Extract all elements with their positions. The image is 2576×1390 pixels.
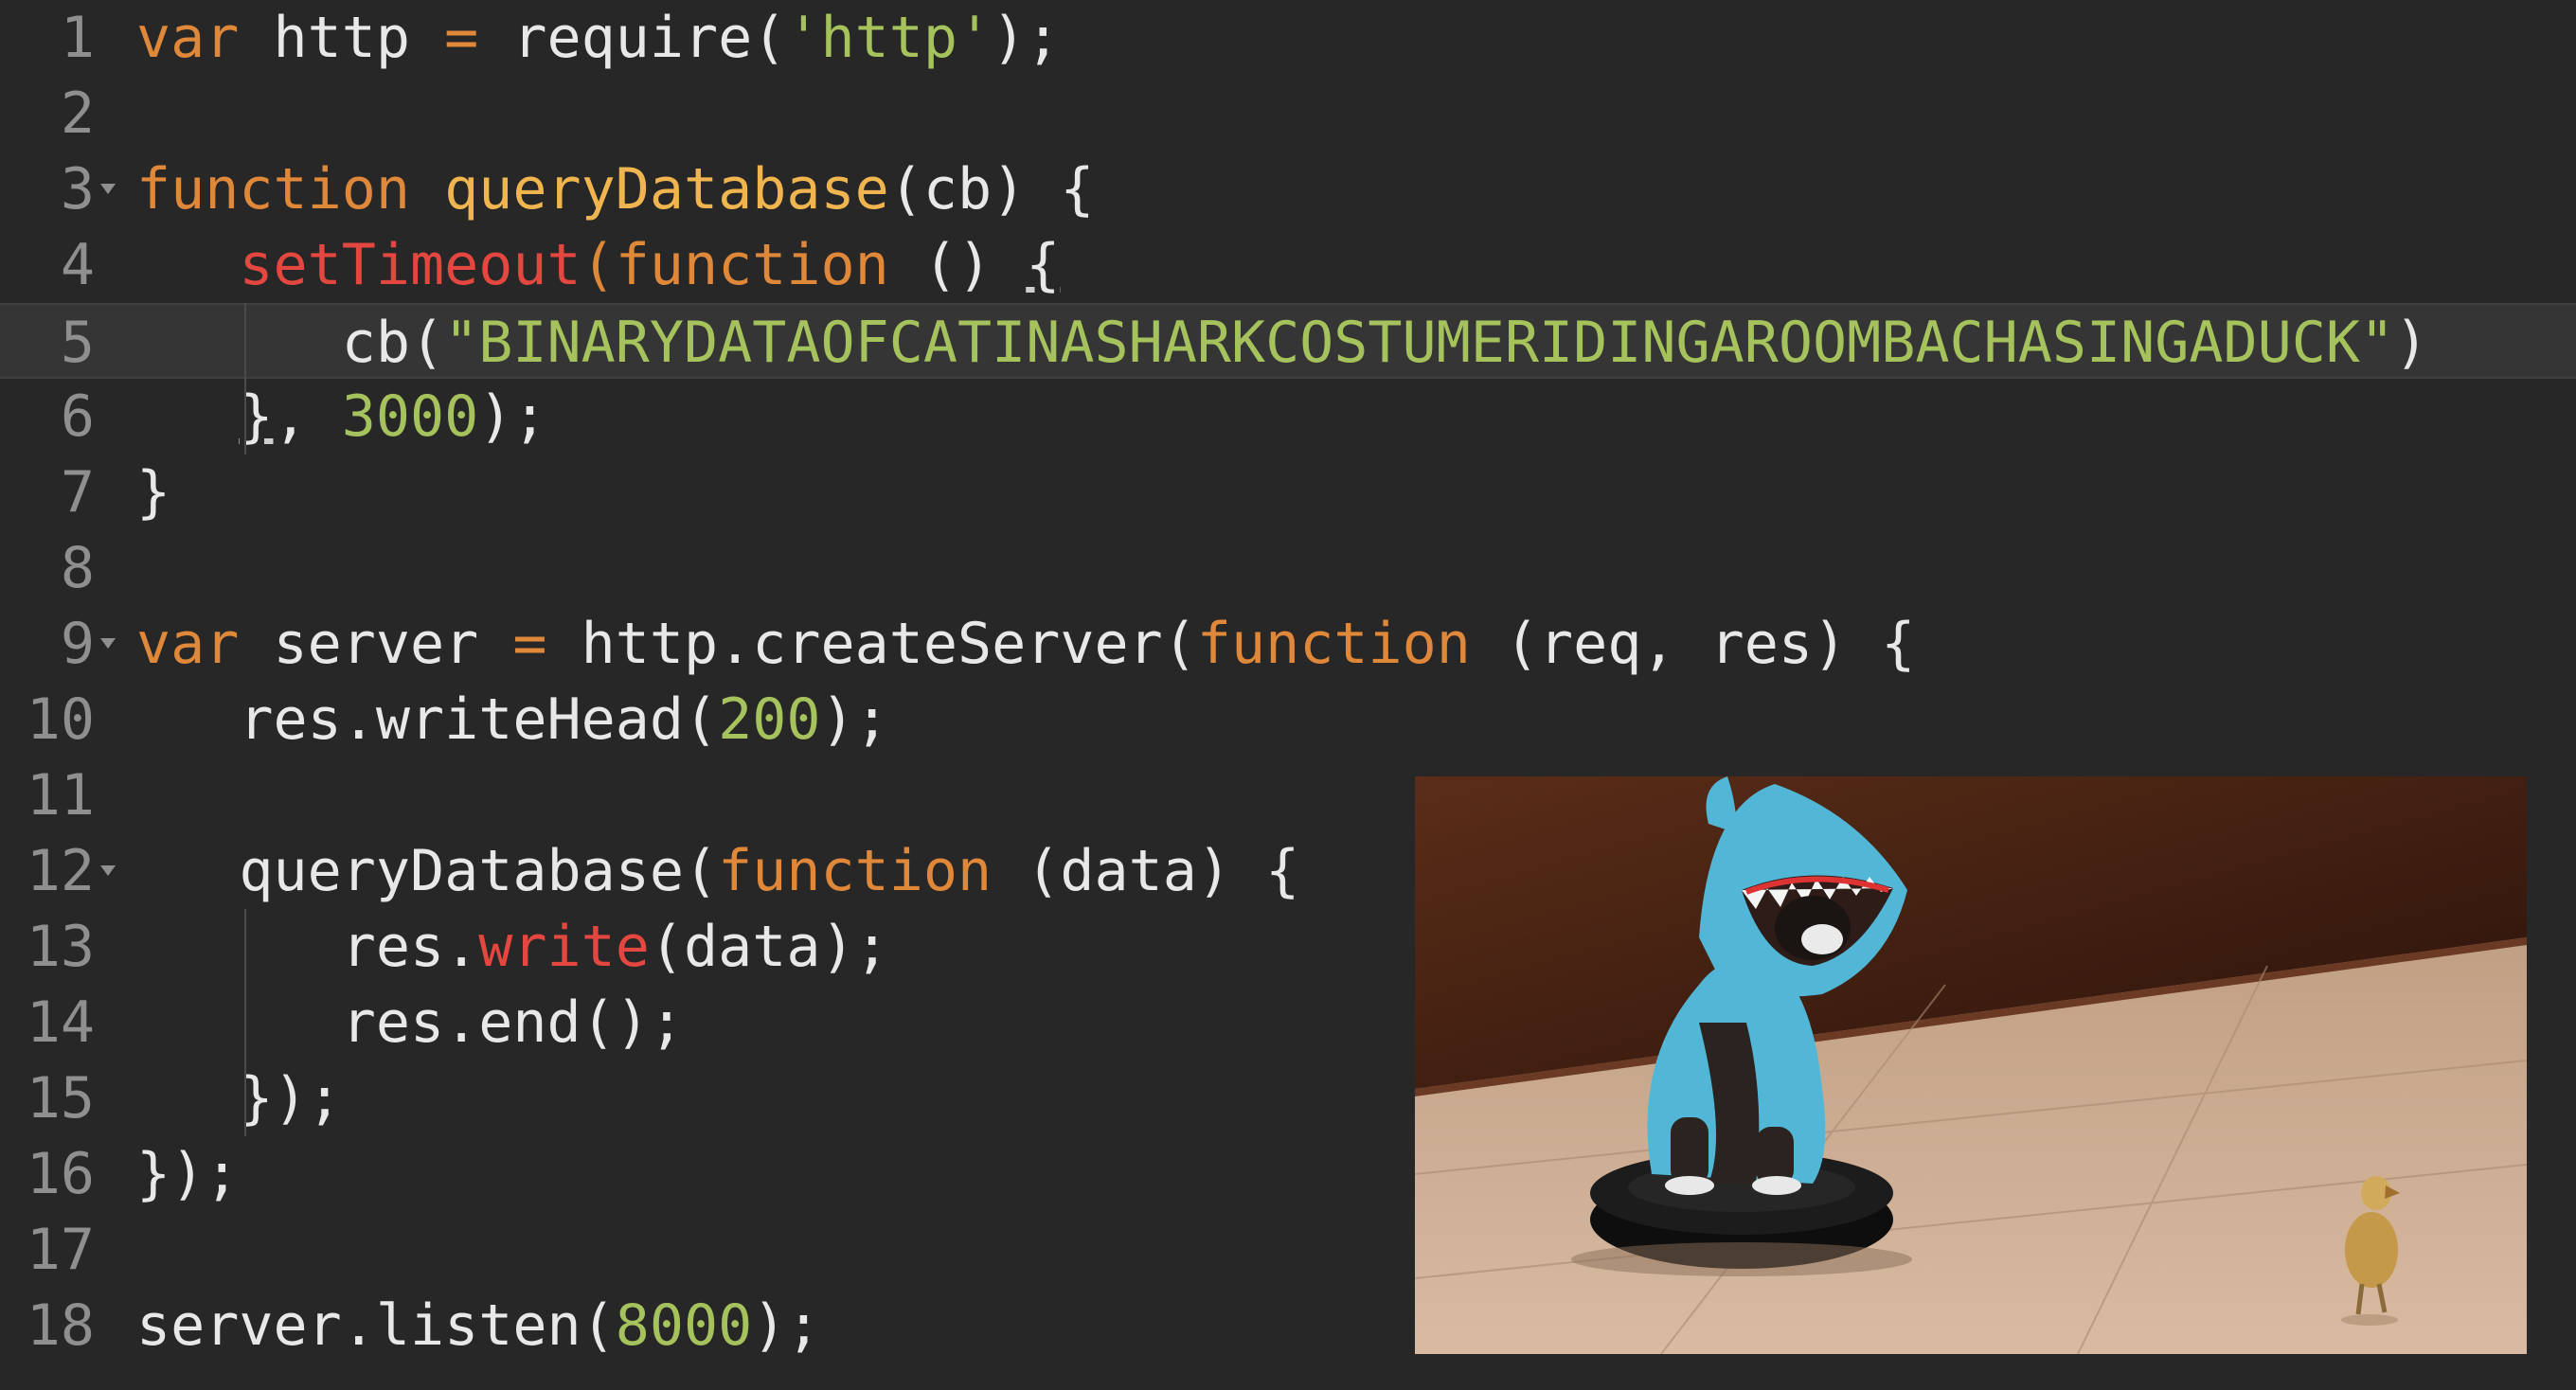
code-token: function — [1196, 611, 1471, 677]
code-line-3[interactable]: 3 function queryDatabase(cb) { — [0, 151, 2576, 227]
code-text: cb("BINARYDATAOFCATINASHARKCOSTUMERIDING… — [136, 305, 2429, 381]
line-number: 10 — [26, 686, 95, 753]
code-line-2[interactable]: 2 — [0, 76, 2576, 151]
code-token: (cb) { — [888, 156, 1095, 223]
code-token: ); — [478, 383, 547, 450]
code-text: queryDatabase(function (data) { — [136, 833, 1299, 909]
line-number: 17 — [26, 1217, 95, 1283]
code-token: (req, res) { — [1470, 611, 1916, 677]
line-number: 3 — [60, 156, 95, 223]
code-token: (data); — [649, 914, 889, 980]
code-token: ) — [2394, 310, 2429, 376]
line-number: 14 — [26, 989, 95, 1056]
code-token: ); — [820, 686, 889, 753]
code-token: } — [136, 459, 171, 526]
code-line-5[interactable]: 5 cb("BINARYDATAOFCATINASHARKCOSTUMERIDI… — [0, 303, 2576, 379]
line-number: 11 — [26, 762, 95, 829]
indent-guide — [244, 303, 246, 454]
code-token: = — [512, 611, 547, 677]
code-line-8[interactable]: 8 — [0, 530, 2576, 606]
code-token: require( — [478, 5, 787, 71]
code-text: }); — [136, 1136, 239, 1212]
code-text: res.writeHead(200); — [136, 682, 889, 757]
code-token: (data) { — [992, 838, 1300, 904]
code-text: var http = require('http'); — [136, 0, 1060, 76]
code-token: 8000 — [615, 1292, 753, 1359]
code-token: () — [888, 232, 1027, 298]
line-number: 8 — [60, 535, 95, 601]
code-token: write — [478, 914, 650, 980]
code-token: , — [273, 383, 342, 450]
line-number: 7 — [60, 459, 95, 526]
code-token: var — [136, 5, 240, 71]
code-text: res.end(); — [136, 985, 684, 1060]
indent-guide — [244, 909, 246, 1136]
line-number: 5 — [60, 310, 95, 376]
code-token: { — [1026, 232, 1061, 298]
code-token: queryDatabase( — [136, 838, 719, 904]
code-token: 3000 — [341, 383, 479, 450]
code-line-10[interactable]: 10 res.writeHead(200); — [0, 682, 2576, 757]
code-token: res.end(); — [136, 989, 684, 1056]
code-text: var server = http.createServer(function … — [136, 606, 1915, 682]
fold-arrow-icon[interactable] — [100, 865, 116, 876]
code-token: res.writeHead( — [136, 686, 719, 753]
code-text: }, 3000); — [136, 379, 547, 454]
code-line-6[interactable]: 6 }, 3000); — [0, 379, 2576, 454]
code-line-7[interactable]: 7} — [0, 454, 2576, 530]
line-number: 6 — [60, 383, 95, 450]
code-text: res.write(data); — [136, 909, 889, 985]
code-token: = — [444, 5, 479, 71]
code-token: ); — [992, 5, 1061, 71]
line-number: 4 — [60, 232, 95, 298]
line-number: 9 — [60, 611, 95, 677]
fold-arrow-icon[interactable] — [100, 638, 116, 649]
code-token: "BINARYDATAOFCATINASHARKCOSTUMERIDINGARO… — [444, 310, 2395, 376]
code-token: 'http' — [786, 5, 993, 71]
line-number: 12 — [26, 838, 95, 904]
fold-arrow-icon[interactable] — [100, 184, 116, 194]
code-line-4[interactable]: 4 setTimeout(function () { — [0, 227, 2576, 303]
code-token: ); — [752, 1292, 821, 1359]
code-line-1[interactable]: 1 var http = require('http'); — [0, 0, 2576, 76]
code-text: setTimeout(function () { — [136, 227, 1060, 303]
code-token: setTimeout — [239, 232, 581, 298]
code-text: }); — [136, 1060, 342, 1136]
code-text: } — [136, 454, 170, 530]
code-token: function — [136, 156, 410, 223]
line-number: 18 — [26, 1292, 95, 1359]
code-token: cb( — [136, 310, 445, 376]
line-number: 2 — [60, 80, 95, 147]
line-number: 13 — [26, 914, 95, 980]
code-token: }); — [136, 1065, 342, 1132]
code-token: var — [136, 611, 240, 677]
code-token: res. — [136, 914, 479, 980]
code-token: server.listen( — [136, 1292, 616, 1359]
code-token: function — [718, 838, 993, 904]
code-token: 200 — [718, 686, 821, 753]
code-text: server.listen(8000); — [136, 1288, 820, 1363]
code-token: http.createServer( — [546, 611, 1197, 677]
code-token: queryDatabase — [444, 156, 889, 223]
code-token: }); — [136, 1141, 240, 1207]
code-text: function queryDatabase(cb) { — [136, 151, 1094, 227]
line-number: 16 — [26, 1141, 95, 1207]
line-number: 1 — [60, 5, 95, 71]
code-token: (function — [581, 232, 889, 298]
code-line-9[interactable]: 9 var server = http.createServer(function… — [0, 606, 2576, 682]
line-number: 15 — [26, 1065, 95, 1132]
shark-cat-roomba-photo — [1415, 776, 2527, 1354]
code-token: server — [239, 611, 513, 677]
code-token: http — [239, 5, 445, 71]
